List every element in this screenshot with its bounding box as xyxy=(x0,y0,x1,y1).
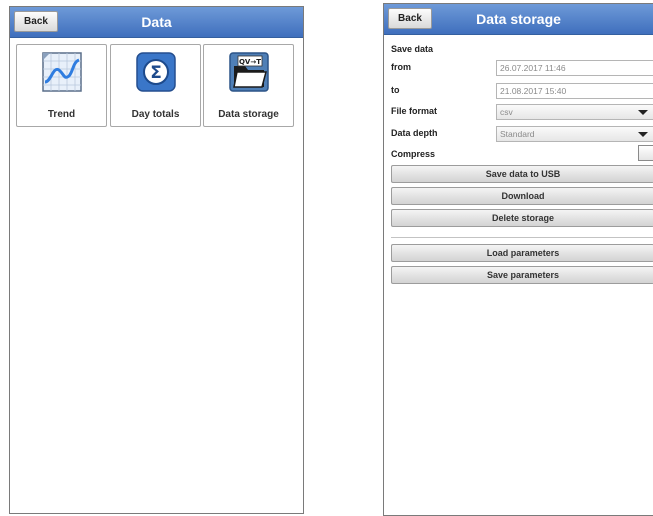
svg-text:Σ: Σ xyxy=(150,63,162,83)
save-data-to-usb-button[interactable]: Save data to USB xyxy=(391,165,653,183)
to-label: to xyxy=(391,85,400,95)
to-date-field[interactable]: 21.08.2017 15:40 xyxy=(496,83,653,99)
day-totals-tile[interactable]: Σ Day totals xyxy=(110,44,201,127)
load-parameters-button[interactable]: Load parameters xyxy=(391,244,653,262)
divider xyxy=(391,237,653,238)
day-totals-label: Day totals xyxy=(131,109,180,120)
trend-icon xyxy=(42,52,82,92)
file-format-label: File format xyxy=(391,106,438,116)
back-button[interactable]: Back xyxy=(388,8,432,29)
compress-label: Compress xyxy=(391,149,436,159)
back-button[interactable]: Back xyxy=(14,11,58,32)
from-date-field[interactable]: 26.07.2017 11:46 xyxy=(496,60,653,76)
data-storage-icon-text: QV→T xyxy=(239,58,261,66)
title-bar: Data storage Back xyxy=(384,4,653,35)
trend-tile[interactable]: Trend xyxy=(16,44,107,127)
file-format-value: csv xyxy=(500,107,513,117)
dropdown-arrow-icon xyxy=(638,110,648,115)
title-bar: Data Back xyxy=(10,7,303,38)
file-format-select[interactable]: csv xyxy=(496,104,653,120)
save-data-section-label: Save data xyxy=(391,44,434,54)
data-storage-icon: QV→T xyxy=(229,52,269,92)
data-storage-label: Data storage xyxy=(218,109,279,120)
data-depth-value: Standard xyxy=(500,129,535,139)
data-storage-tile[interactable]: QV→T Data storage xyxy=(203,44,294,127)
save-parameters-button[interactable]: Save parameters xyxy=(391,266,653,284)
trend-label: Trend xyxy=(47,109,76,120)
delete-storage-button[interactable]: Delete storage xyxy=(391,209,653,227)
data-menu-screen: Data Back Trend Σ Day totals QV→T Data s… xyxy=(9,6,304,514)
data-storage-screen: Data storage Back Save data from 26.07.2… xyxy=(383,3,653,516)
from-label: from xyxy=(391,62,411,72)
dropdown-arrow-icon xyxy=(638,132,648,137)
sigma-icon: Σ xyxy=(136,52,176,92)
data-depth-select[interactable]: Standard xyxy=(496,126,653,142)
download-button[interactable]: Download xyxy=(391,187,653,205)
compress-checkbox[interactable] xyxy=(638,145,653,161)
data-depth-label: Data depth xyxy=(391,128,438,138)
